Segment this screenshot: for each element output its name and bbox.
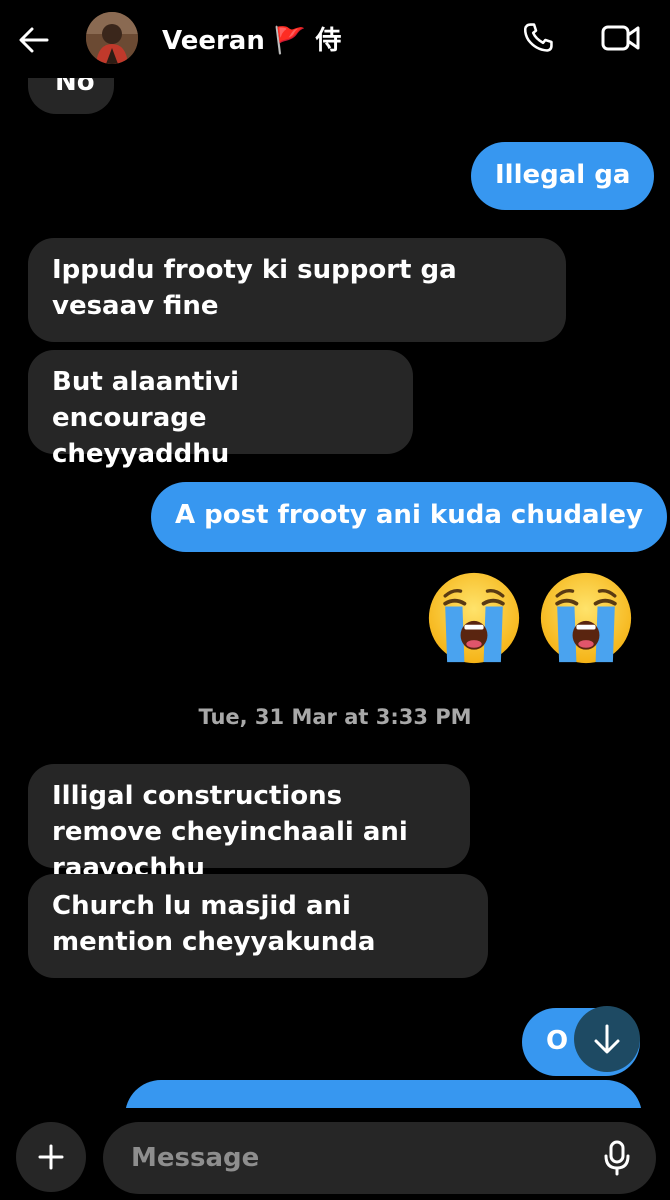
message-composer: [0, 1108, 670, 1200]
plus-icon: [38, 1144, 64, 1170]
contact-name[interactable]: Veeran 🚩 侍: [162, 20, 341, 57]
call-button[interactable]: [518, 18, 558, 58]
microphone-icon: [604, 1140, 630, 1176]
message-incoming[interactable]: Illigal constructions remove cheyinchaal…: [28, 764, 470, 883]
phone-icon: [523, 23, 553, 52]
emoji-message[interactable]: 😭😭: [426, 570, 634, 666]
video-camera-icon: [601, 25, 640, 51]
scroll-to-bottom-button[interactable]: [574, 1006, 640, 1072]
message-input[interactable]: [131, 1136, 571, 1180]
loudly-crying-face-icon: [428, 572, 520, 664]
message-outgoing[interactable]: A post frooty ani kuda chudaley: [151, 482, 667, 552]
arrow-left-icon: [19, 27, 49, 53]
message-input-container: [103, 1122, 656, 1194]
message-incoming[interactable]: But alaantivi encourage cheyyaddhu: [28, 350, 413, 469]
message-incoming[interactable]: Church lu masjid ani mention cheyyakunda: [28, 874, 488, 978]
video-call-button[interactable]: [598, 18, 644, 58]
loudly-crying-face-icon: [540, 572, 632, 664]
conversation-timestamp: Tue, 31 Mar at 3:33 PM: [198, 705, 472, 729]
back-button[interactable]: [14, 20, 54, 60]
avatar[interactable]: [86, 12, 138, 64]
chat-header: Veeran 🚩 侍: [0, 0, 670, 78]
voice-message-button[interactable]: [595, 1136, 639, 1180]
add-attachment-button[interactable]: [16, 1122, 86, 1192]
arrow-down-icon: [594, 1024, 620, 1054]
message-incoming[interactable]: Ippudu frooty ki support ga vesaav fine: [28, 238, 566, 342]
message-outgoing[interactable]: Illegal ga: [471, 142, 655, 210]
